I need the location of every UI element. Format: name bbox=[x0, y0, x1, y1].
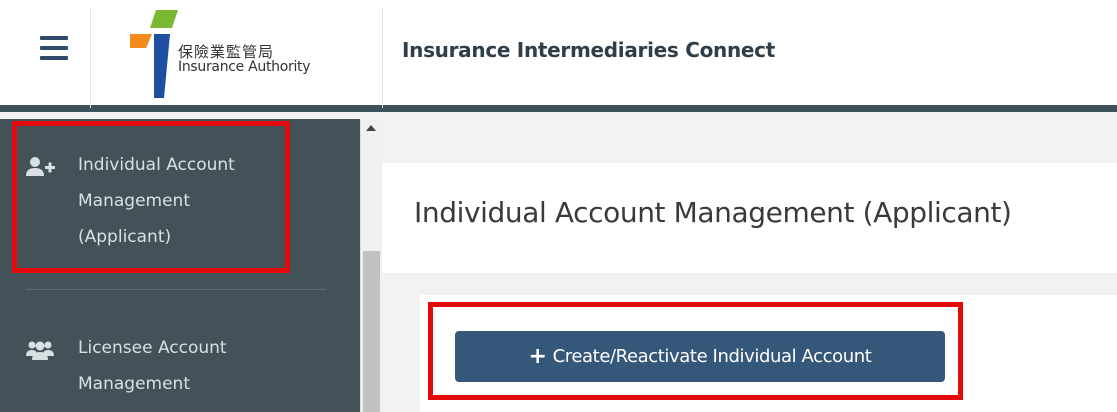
logo-english-text: Insurance Authority bbox=[178, 59, 311, 75]
scrollbar-thumb[interactable] bbox=[363, 251, 380, 412]
users-group-icon bbox=[26, 338, 56, 360]
sidebar-item-label: Management bbox=[78, 374, 190, 394]
sidebar-scrollbar[interactable] bbox=[360, 119, 382, 412]
logo-mark-icon bbox=[130, 10, 178, 98]
page-title: Individual Account Management (Applicant… bbox=[414, 196, 1012, 229]
header-divider bbox=[90, 8, 91, 108]
app-title: Insurance Intermediaries Connect bbox=[402, 38, 775, 62]
header-divider bbox=[382, 8, 383, 108]
sidebar-item-label: Licensee Account bbox=[78, 338, 227, 358]
highlight-box-button bbox=[428, 302, 963, 400]
insurance-authority-logo: 保險業監管局 Insurance Authority bbox=[130, 8, 360, 100]
sidebar-item-licensee-account[interactable]: Licensee Account Management bbox=[26, 330, 326, 410]
sidebar-divider bbox=[26, 289, 326, 290]
highlight-box-sidebar bbox=[12, 121, 290, 273]
scroll-up-arrow-icon[interactable] bbox=[366, 125, 376, 131]
top-header: 保險業監管局 Insurance Authority Insurance Int… bbox=[0, 0, 1117, 112]
hamburger-menu-icon[interactable] bbox=[40, 36, 68, 60]
